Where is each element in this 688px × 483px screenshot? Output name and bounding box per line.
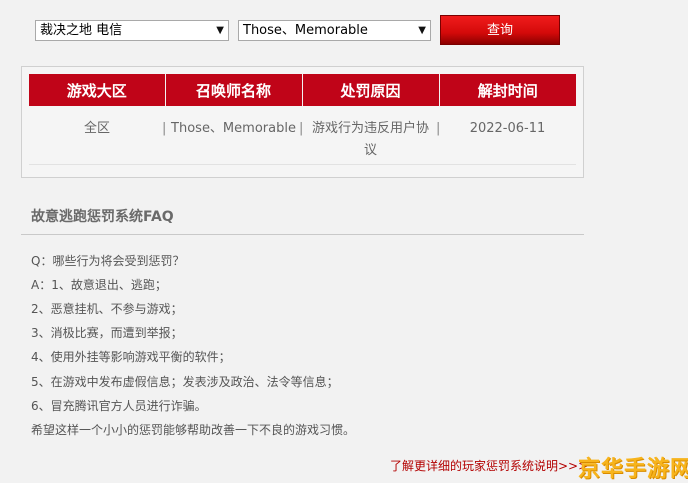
cell-reason: 游戏行为违反用户协议 [299, 106, 439, 165]
summoner-name-select[interactable]: Those、Memorable ▼ [238, 20, 431, 41]
faq-answer-1: A：1、故意退出、逃跑； [31, 278, 167, 292]
penalty-table: 游戏大区 召唤师名称 处罚原因 解封时间 全区 Those、Memorable … [29, 74, 576, 165]
table-header-row: 游戏大区 召唤师名称 处罚原因 解封时间 [29, 74, 576, 106]
faq-answer-4: 4、使用外挂等影响游戏平衡的软件； [31, 350, 231, 364]
header-summoner-name: 召唤师名称 [164, 74, 302, 106]
faq-title: 故意逃跑惩罚系统FAQ [31, 209, 174, 225]
chevron-down-icon: ▼ [216, 25, 224, 36]
region-select-value: 裁决之地 电信 [40, 23, 123, 38]
cell-unban-time: 2022-06-11 [436, 106, 576, 165]
faq-question: Q：哪些行为将会受到惩罚？ [31, 254, 185, 268]
region-select[interactable]: 裁决之地 电信 ▼ [35, 20, 229, 41]
cell-region: 全区 [29, 106, 165, 165]
faq-answer-5: 5、在游戏中发布虚假信息；发表涉及政治、法令等信息； [31, 375, 339, 389]
faq-closing: 希望这样一个小小的惩罚能够帮助改善一下不良的游戏习惯。 [31, 423, 356, 437]
header-region: 游戏大区 [29, 74, 165, 106]
faq-answer-3: 3、消极比赛，而遭到举报； [31, 326, 183, 340]
header-unban-time: 解封时间 [438, 74, 576, 106]
cell-summoner-name: Those、Memorable [162, 106, 302, 165]
query-button[interactable]: 查询 [440, 15, 560, 45]
more-info-link[interactable]: 了解更详细的玩家惩罚系统说明>>> [390, 457, 588, 474]
faq-answer-2: 2、恶意挂机、不参与游戏； [31, 302, 183, 316]
site-watermark: 京华手游网 [578, 457, 688, 482]
divider [21, 234, 584, 235]
faq-answer-6: 6、冒充腾讯官方人员进行诈骗。 [31, 399, 207, 413]
table-row: 全区 Those、Memorable 游戏行为违反用户协议 2022-06-11 [29, 106, 576, 165]
chevron-down-icon: ▼ [418, 25, 426, 36]
header-reason: 处罚原因 [301, 74, 439, 106]
summoner-name-select-value: Those、Memorable [243, 23, 368, 38]
result-panel: 游戏大区 召唤师名称 处罚原因 解封时间 全区 Those、Memorable … [21, 66, 584, 178]
